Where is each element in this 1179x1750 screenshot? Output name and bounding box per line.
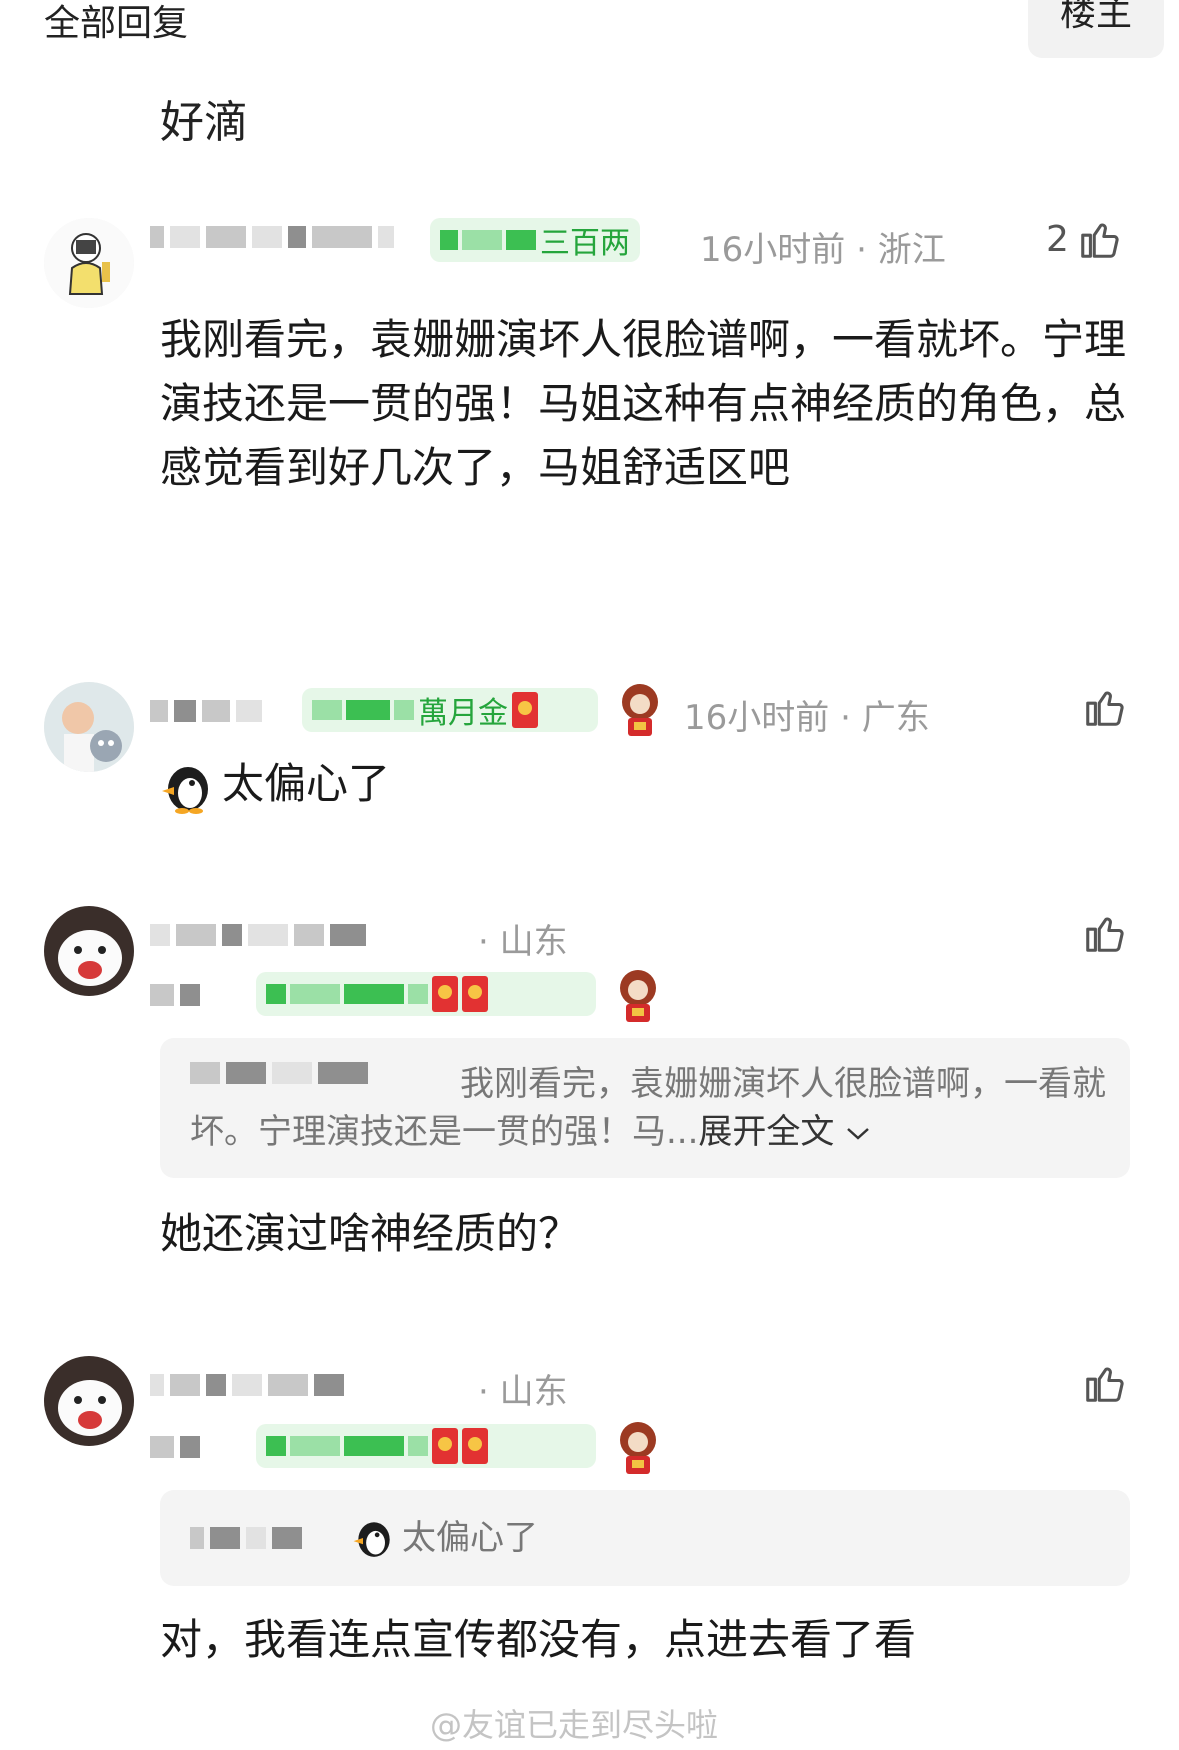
username-blurred[interactable] — [150, 226, 394, 248]
avatar-cartoon-dog-icon — [44, 1356, 134, 1446]
quoted-comment[interactable]: 我刚看完，袁姗姗演坏人很脸谱啊，一看就坏。宁理演技还是一贯的强！马...展开全文 — [160, 1038, 1130, 1178]
penguin-emoji-icon — [353, 1522, 390, 1557]
thumbs-up-icon — [1081, 223, 1119, 258]
avatar-illustration-icon — [44, 218, 134, 308]
comment-text: 我刚看完，袁姗姗演坏人很脸谱啊，一看就坏。宁理演技还是一贯的强！马姐这种有点神经… — [160, 315, 1127, 492]
comment-text: 她还演过啥神经质的？ — [160, 1209, 581, 1258]
page-title: 全部回复 — [44, 3, 189, 44]
red-packet-icon — [462, 1428, 488, 1464]
comment-text-content: 太偏心了 — [222, 759, 391, 808]
comment-location: 浙江 — [877, 230, 946, 270]
quoted-comment[interactable]: 太偏心了 — [160, 1490, 1130, 1586]
comment-location: 山东 — [499, 1372, 568, 1412]
comment-meta: · 山东 — [478, 1372, 568, 1412]
comment-meta: · 山东 — [478, 922, 568, 962]
like-button[interactable] — [1082, 910, 1128, 956]
like-button[interactable] — [1082, 684, 1128, 730]
penguin-emoji-icon — [162, 766, 208, 814]
user-tag-blurred — [150, 984, 200, 1006]
fan-level-badge — [256, 1424, 596, 1468]
comment-meta: 16小时前 · 浙江 — [700, 230, 946, 270]
red-packet-icon — [512, 692, 538, 728]
fan-level-badge — [256, 972, 596, 1016]
comment-time: 16小时前 — [700, 230, 846, 270]
like-count: 2 — [1046, 218, 1069, 260]
avatar-photo-icon — [44, 682, 134, 772]
owner-filter-button[interactable]: 楼主 — [1028, 0, 1164, 58]
thumbs-up-icon — [1086, 917, 1124, 952]
red-packet-icon — [462, 976, 488, 1012]
quoted-text: 我刚看完，袁姗姗演坏人很脸谱啊，一看就坏。宁理演技还是一贯的强！马... — [190, 1064, 1106, 1152]
lion-sticker-icon — [620, 970, 656, 1022]
comment-text: 对，我看连点宣传都没有，点进去看了看 — [160, 1615, 917, 1664]
avatar[interactable] — [44, 906, 134, 996]
like-button[interactable]: 2 — [1046, 216, 1123, 262]
expand-label: 展开全文 — [698, 1112, 835, 1152]
lion-sticker-icon — [622, 684, 658, 736]
chevron-down-icon — [847, 1128, 870, 1140]
username-blurred[interactable] — [150, 700, 262, 722]
expand-full-text-link[interactable]: 展开全文 — [698, 1112, 871, 1152]
quoted-username-blurred — [190, 1527, 302, 1549]
badge-blur — [440, 230, 458, 250]
lion-sticker-icon — [620, 1422, 656, 1474]
user-tag-blurred — [150, 1436, 200, 1458]
owner-filter-label: 楼主 — [1059, 0, 1132, 34]
comment-time: 16小时前 — [684, 698, 830, 738]
username-blurred[interactable] — [150, 1374, 344, 1396]
avatar[interactable] — [44, 682, 134, 772]
like-button[interactable] — [1082, 1360, 1128, 1406]
fan-level-badge: 三百两 — [430, 218, 640, 262]
avatar-cartoon-dog-icon — [44, 906, 134, 996]
badge-text: 萬月金 — [418, 696, 508, 731]
weibo-watermark: @友谊已走到尽头啦 — [430, 1706, 719, 1744]
comment-meta: 16小时前 · 广东 — [684, 698, 930, 738]
comment-location: 广东 — [861, 698, 930, 738]
quoted-text: 太偏心了 — [402, 1518, 538, 1558]
red-packet-icon — [432, 976, 458, 1012]
thumbs-up-icon — [1086, 691, 1124, 726]
red-packet-icon — [432, 1428, 458, 1464]
avatar[interactable] — [44, 218, 134, 308]
comment-text: 太偏心了 — [160, 752, 390, 816]
username-blurred[interactable] — [150, 924, 366, 946]
comment-location: 山东 — [499, 922, 568, 962]
fan-level-badge: 萬月金 — [302, 688, 598, 732]
thumbs-up-icon — [1086, 1367, 1124, 1402]
badge-text: 三百两 — [540, 226, 630, 261]
reply-text: 好滴 — [160, 97, 248, 148]
avatar[interactable] — [44, 1356, 134, 1446]
